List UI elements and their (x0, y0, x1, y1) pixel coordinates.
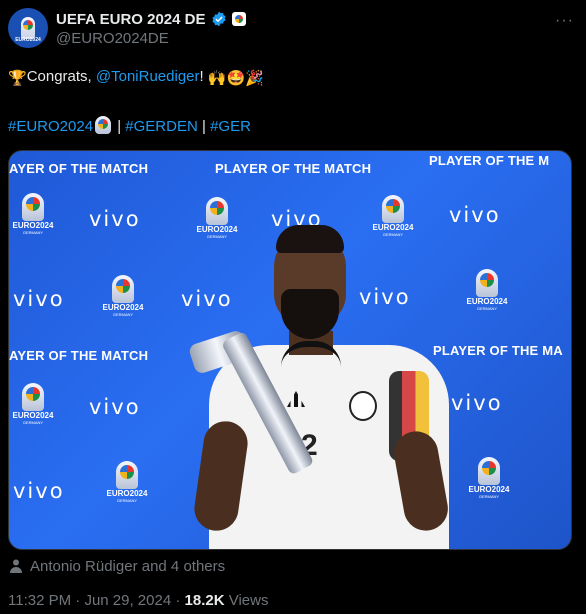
hashtag-ger[interactable]: #GER (210, 118, 251, 135)
euro2024-logo: EURO2024 GERMANY (467, 457, 511, 499)
trophy-emoji: 🏆 (8, 70, 27, 87)
player-figure: 2 (187, 221, 459, 549)
views-count: 18.2K (184, 592, 225, 609)
meta-separator: · (71, 592, 85, 609)
sponsor-logo: vivo (13, 287, 65, 311)
avatar[interactable]: EURO2024 (8, 8, 48, 48)
backdrop-banner-text: PLAYER OF THE M (429, 153, 550, 168)
logo-subtitle: GERMANY (22, 230, 44, 235)
player-hair (276, 225, 344, 253)
tweet-meta: 11:32 PM · Jun 29, 2024 · 18.2K Views (8, 592, 268, 609)
backdrop-banner-text: PLAYER OF THE MATCH (215, 161, 372, 176)
hashtag-gerden[interactable]: #GERDEN (125, 118, 198, 135)
hashtag-euro2024[interactable]: #EURO2024 (8, 118, 93, 135)
logo-title: EURO2024 (468, 485, 510, 494)
trophy-logo-icon (21, 17, 35, 39)
tweet: EURO2024 UEFA EURO 2024 DE @EURO2024DE ·… (0, 0, 586, 614)
tweet-text-punct: ! (199, 68, 208, 85)
tweet-photo[interactable]: AYER OF THE MATCH PLAYER OF THE MATCH PL… (8, 150, 572, 550)
celebration-emojis: 🙌🤩🎉 (207, 70, 264, 87)
tagged-people[interactable]: Antonio Rüdiger and 4 others (8, 556, 225, 576)
author-handle[interactable]: @EURO2024DE (56, 30, 169, 47)
sponsor-logo: vivo (89, 395, 141, 419)
logo-subtitle: GERMANY (478, 494, 500, 499)
logo-subtitle: GERMANY (112, 312, 134, 317)
tagged-text: Antonio Rüdiger and 4 others (30, 557, 226, 575)
player-of-the-match-trophy (187, 329, 315, 503)
tweet-text-line-2: #EURO2024 | #GERDEN | #GER (8, 116, 251, 137)
views-label: Views (224, 592, 269, 609)
more-options-icon[interactable]: ··· (555, 12, 574, 30)
separator: | (113, 118, 126, 135)
verified-badge-icon (211, 11, 226, 27)
logo-title: EURO2024 (12, 221, 54, 230)
dfb-crest-icon (349, 391, 377, 421)
logo-title: EURO2024 (12, 411, 54, 420)
backdrop-banner-text: AYER OF THE MATCH (9, 348, 149, 363)
euro2024-logo: EURO2024 GERMANY (11, 193, 55, 235)
euro2024-logo: EURO2024 GERMANY (105, 461, 149, 503)
logo-subtitle: GERMANY (22, 420, 44, 425)
logo-subtitle: GERMANY (116, 498, 138, 503)
display-name[interactable]: UEFA EURO 2024 DE (56, 11, 206, 28)
sponsor-logo: vivo (13, 479, 65, 503)
euro-trophy-emoji-icon (95, 116, 112, 134)
backdrop-banner-text: AYER OF THE MATCH (9, 161, 149, 176)
euro2024-logo: EURO2024 GERMANY (11, 383, 55, 425)
sponsor-logo: vivo (89, 207, 141, 231)
euro2024-logo: EURO2024 GERMANY (101, 275, 145, 317)
tweet-text-line-1: 🏆Congrats, @ToniRuediger! 🙌🤩🎉 (8, 67, 264, 89)
logo-title: EURO2024 (102, 303, 144, 312)
mention-link[interactable]: @ToniRuediger (96, 68, 200, 85)
euro2024-logo: EURO2024 GERMANY (465, 269, 509, 311)
author-name-row: UEFA EURO 2024 DE (56, 9, 246, 29)
logo-title: EURO2024 (466, 297, 508, 306)
tweet-time[interactable]: 11:32 PM (8, 592, 71, 609)
tweet-date[interactable]: Jun 29, 2024 (84, 592, 171, 609)
euro2024-affiliate-icon[interactable] (231, 12, 246, 26)
avatar-label: EURO2024 (15, 37, 41, 43)
logo-subtitle: GERMANY (476, 306, 498, 311)
tweet-text: Congrats, (26, 68, 96, 85)
logo-title: EURO2024 (106, 489, 148, 498)
separator: | (197, 118, 211, 135)
person-icon (10, 559, 22, 573)
meta-separator: · (171, 592, 185, 609)
